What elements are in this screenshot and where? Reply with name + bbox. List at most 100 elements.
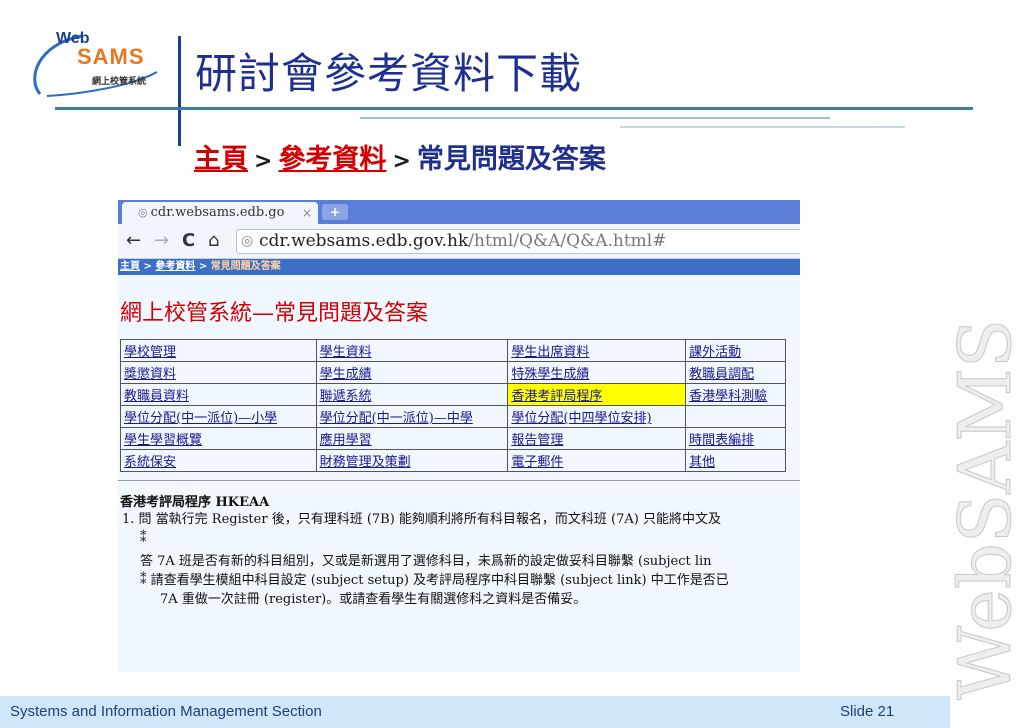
faq-answer-1: 答 7A 班是否有新的科目組別，又或是新選用了選修科目，未爲新的設定做妥科目聯繫… (140, 554, 712, 569)
globe-icon: ◎ (138, 206, 148, 219)
category-cell: 其他 (685, 449, 786, 472)
category-link[interactable]: 特殊學生成績 (511, 367, 589, 382)
category-cell: 教職員資料 (120, 383, 317, 406)
category-cell: 聯遞系統 (315, 383, 509, 406)
category-link[interactable]: 系統保安 (124, 455, 176, 470)
websams-logo: Web SAMS 網上校管系統 (22, 24, 172, 104)
category-link[interactable]: 教職員資料 (124, 389, 189, 404)
category-link[interactable]: 學生成績 (320, 367, 372, 382)
category-link[interactable]: 學位分配(中一派位)—小學 (124, 411, 277, 426)
site-breadcrumb-home[interactable]: 主頁 (120, 261, 140, 272)
site-breadcrumb-current: 常見問題及答案 (210, 261, 281, 272)
header-rule-2 (360, 117, 830, 119)
category-cell: 特殊學生成績 (507, 361, 687, 384)
reload-icon[interactable]: C (182, 230, 195, 251)
faq-section-heading: 香港考評局程序 HKEAA (120, 495, 270, 510)
category-cell: 時間表編排 (685, 427, 786, 450)
back-icon[interactable]: ← (126, 230, 141, 251)
category-link[interactable]: 學生出席資料 (511, 345, 589, 360)
category-cell: 學位分配(中四學位安排) (507, 405, 687, 428)
category-cell: 財務管理及策劃 (315, 449, 509, 472)
faq-bullet: ⁑ (140, 531, 147, 546)
category-cell: 獎懲資料 (120, 361, 317, 384)
category-link[interactable]: 香港考評局程序 (511, 389, 602, 404)
category-cell: 學生學習概覽 (120, 427, 317, 450)
site-breadcrumb: 主頁 > 參考資料 > 常見問題及答案 (118, 259, 800, 275)
category-link[interactable]: 應用學習 (320, 433, 372, 448)
category-link[interactable]: 學生資料 (320, 345, 372, 360)
site-breadcrumb-sep-2: > (195, 261, 211, 272)
browser-tab-bar: ◎ cdr.websams.edb.go × + (118, 200, 800, 224)
browser-toolbar: ← → C ⌂ ◎ cdr.websams.edb.gov.hk/html/Q&… (118, 224, 800, 259)
category-link[interactable]: 其他 (689, 455, 715, 470)
header-rule (55, 107, 973, 110)
category-link[interactable]: 財務管理及策劃 (320, 455, 411, 470)
faq-item: 1. 問 當執行完 Register 後，只有理科班 (7B) 能夠順利將所有科… (122, 510, 800, 609)
category-link[interactable]: 教職員調配 (689, 367, 754, 382)
category-row: 學生學習概覽 應用學習 報告管理 時間表編排 (120, 427, 786, 450)
category-link[interactable]: 獎懲資料 (124, 367, 176, 382)
faq-answer-2: ⁑ 請查看學生模組中科目設定 (subject setup) 及考評局程序中科目… (140, 573, 729, 588)
category-links-table: 學校管理 學生資料 學生出席資料 課外活動 獎懲資料 學生成績 特殊學生成績 教職員調配 教職員… (120, 339, 786, 472)
faq-answer-3: 7A 重做一次註冊 (register)。或請查看學生有關選修科之資料是否備妥。 (160, 592, 587, 607)
category-cell: 電子郵件 (507, 449, 687, 472)
category-link[interactable]: 學生學習概覽 (124, 433, 202, 448)
url-host: cdr.websams.edb.gov.hk (259, 231, 469, 251)
slide-title: 研討會參考資料下載 (195, 49, 583, 98)
site-breadcrumb-sep: > (140, 261, 156, 272)
category-row: 獎懲資料 學生成績 特殊學生成績 教職員調配 (120, 361, 786, 384)
address-bar[interactable]: ◎ cdr.websams.edb.gov.hk/html/Q&A/Q&A.ht… (236, 229, 800, 254)
section-divider (118, 480, 800, 481)
site-breadcrumb-ref[interactable]: 參考資料 (155, 261, 195, 272)
breadcrumb-ref-link[interactable]: 參考資料 (278, 144, 386, 175)
category-link[interactable]: 香港學科測驗 (689, 389, 767, 404)
category-link[interactable]: 報告管理 (511, 433, 563, 448)
category-link[interactable]: 課外活動 (689, 345, 741, 360)
category-cell: 學位分配(中一派位)—中學 (315, 405, 509, 428)
category-cell (685, 405, 786, 428)
logo-sams-text: SAMS (77, 44, 145, 69)
category-link[interactable]: 學校管理 (124, 345, 176, 360)
category-link[interactable]: 時間表編排 (689, 433, 754, 448)
tab-title: cdr.websams.edb.go (150, 205, 285, 220)
footer-org: Systems and Information Management Secti… (10, 703, 322, 720)
category-cell: 課外活動 (685, 339, 786, 362)
header-rule-3 (620, 126, 905, 128)
breadcrumb-home-link[interactable]: 主頁 (194, 144, 248, 175)
category-cell: 香港考評局程序 (507, 383, 687, 406)
site-heading: 網上校管系統—常見問題及答案 (120, 301, 429, 326)
category-link[interactable]: 學位分配(中一派位)—中學 (320, 411, 473, 426)
browser-window: ◎ cdr.websams.edb.go × + ← → C ⌂ ◎ cdr.we… (118, 200, 800, 672)
breadcrumb-current: 常見問題及答案 (416, 144, 606, 175)
category-cell: 香港學科測驗 (685, 383, 786, 406)
slide-footer: Systems and Information Management Secti… (0, 696, 950, 728)
category-link[interactable]: 電子郵件 (511, 455, 563, 470)
category-row: 系統保安 財務管理及策劃 電子郵件 其他 (120, 449, 786, 472)
page-info-icon[interactable]: ◎ (241, 230, 253, 253)
category-cell: 報告管理 (507, 427, 687, 450)
category-cell: 學位分配(中一派位)—小學 (120, 405, 317, 428)
category-cell: 教職員調配 (685, 361, 786, 384)
tab-close-icon[interactable]: × (302, 202, 312, 224)
category-cell: 學生資料 (315, 339, 509, 362)
new-tab-button[interactable]: + (322, 204, 348, 220)
category-cell: 系統保安 (120, 449, 317, 472)
category-cell: 學生成績 (315, 361, 509, 384)
slide-number: Slide 21 (840, 703, 895, 720)
breadcrumb-sep: > (254, 149, 273, 174)
header-vertical-rule (178, 36, 181, 146)
websams-watermark: WebSAMS (943, 318, 1023, 700)
category-row: 學校管理 學生資料 學生出席資料 課外活動 (120, 339, 786, 362)
faq-question: 1. 問 當執行完 Register 後，只有理科班 (7B) 能夠順利將所有科… (122, 512, 721, 527)
category-link[interactable]: 聯遞系統 (320, 389, 372, 404)
browser-tab[interactable]: ◎ cdr.websams.edb.go × (122, 202, 318, 224)
url-path: /html/Q&A/Q&A.html# (468, 231, 667, 251)
category-row: 教職員資料 聯遞系統 香港考評局程序 香港學科測驗 (120, 383, 786, 406)
category-cell: 學校管理 (120, 339, 317, 362)
forward-icon[interactable]: → (154, 230, 169, 251)
breadcrumb-sep-2: > (392, 149, 411, 174)
home-icon[interactable]: ⌂ (208, 230, 219, 251)
category-cell: 學生出席資料 (507, 339, 687, 362)
category-link[interactable]: 學位分配(中四學位安排) (511, 411, 651, 426)
category-row: 學位分配(中一派位)—小學 學位分配(中一派位)—中學 學位分配(中四學位安排) (120, 405, 786, 428)
